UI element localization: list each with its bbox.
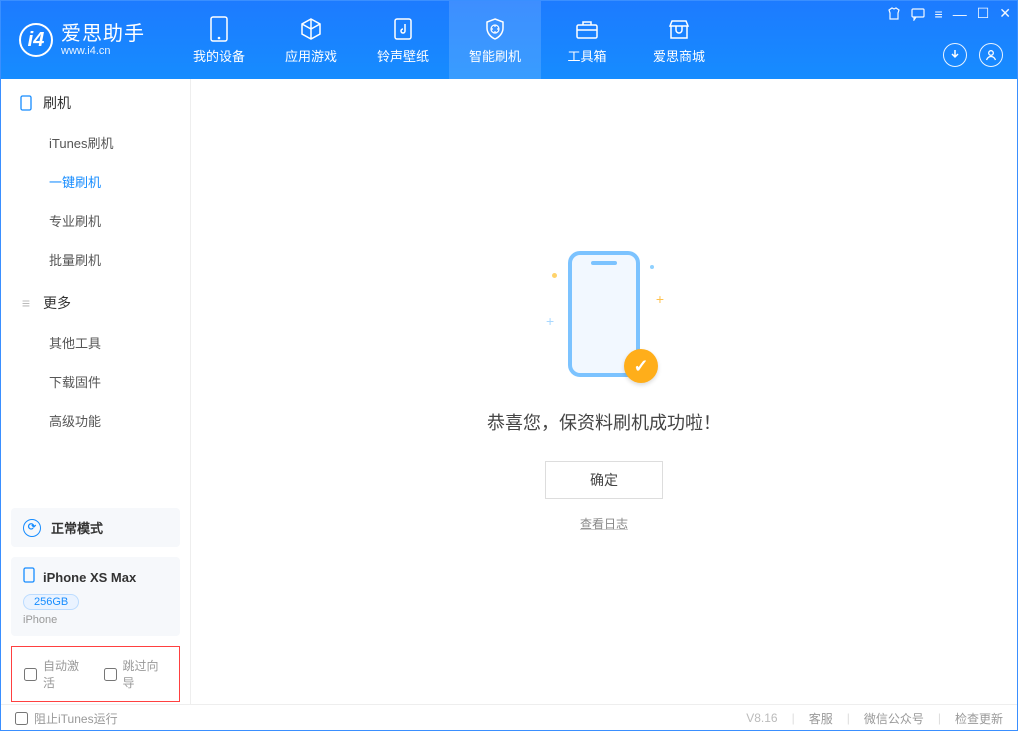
sidebar-item-batch-flash[interactable]: 批量刷机 [1, 240, 190, 279]
app-body: 刷机 iTunes刷机 一键刷机 专业刷机 批量刷机 ≡ 更多 其他工具 下载固… [1, 79, 1017, 704]
device-type: iPhone [23, 614, 168, 626]
plus-decor-icon: + [656, 291, 664, 307]
device-capacity: 256GB [23, 594, 79, 610]
shield-icon [482, 16, 508, 42]
sparkle-icon [650, 265, 654, 269]
menu-icon[interactable]: ≡ [935, 6, 943, 22]
checkbox-auto-activate[interactable]: 自动激活 [24, 657, 88, 691]
section-title: 更多 [43, 293, 71, 313]
mode-icon: ⟳ [23, 519, 41, 537]
logo-icon: i4 [19, 23, 53, 57]
nav-smart-flash[interactable]: 智能刷机 [449, 1, 541, 79]
checkbox-label: 跳过向导 [123, 657, 168, 691]
nav-label: 智能刷机 [469, 46, 521, 65]
nav-label: 爱思商城 [653, 46, 705, 65]
header-right-icons [943, 43, 1003, 67]
footer-link-support[interactable]: 客服 [809, 710, 833, 727]
phone-outline-icon [19, 96, 33, 110]
device-name: iPhone XS Max [43, 570, 136, 585]
sidebar-items-more: 其他工具 下载固件 高级功能 [1, 323, 190, 440]
main-content: ✓ + + 恭喜您，保资料刷机成功啦！ 确定 查看日志 [191, 79, 1017, 704]
checkbox-label: 自动激活 [43, 657, 88, 691]
nav-toolbox[interactable]: 工具箱 [541, 1, 633, 79]
phone-small-icon [23, 567, 35, 588]
menu-lines-icon: ≡ [19, 296, 33, 310]
mode-card[interactable]: ⟳ 正常模式 [11, 508, 180, 547]
sidebar-item-other-tools[interactable]: 其他工具 [1, 323, 190, 362]
skin-icon[interactable] [887, 7, 901, 21]
footer-link-wechat[interactable]: 微信公众号 [864, 710, 924, 727]
sidebar-item-advanced[interactable]: 高级功能 [1, 401, 190, 440]
status-bar: 阻止iTunes运行 V8.16 | 客服 | 微信公众号 | 检查更新 [1, 704, 1017, 731]
checkbox-input[interactable] [15, 712, 28, 725]
success-message: 恭喜您，保资料刷机成功啦！ [487, 409, 721, 435]
toolbox-icon [574, 16, 600, 42]
sidebar-bottom: ⟳ 正常模式 iPhone XS Max 256GB iPhone 自动激活 跳 [1, 508, 190, 704]
shop-icon [666, 16, 692, 42]
sidebar: 刷机 iTunes刷机 一键刷机 专业刷机 批量刷机 ≡ 更多 其他工具 下载固… [1, 79, 191, 704]
nav-label: 铃声壁纸 [377, 46, 429, 65]
logo-title: 爱思助手 [61, 23, 145, 45]
nav-label: 应用游戏 [285, 46, 337, 65]
checkbox-row-highlighted: 自动激活 跳过向导 [11, 646, 180, 702]
device-icon [206, 16, 232, 42]
plus-decor-icon: + [546, 313, 554, 329]
footer-link-update[interactable]: 检查更新 [955, 710, 1003, 727]
nav-my-device[interactable]: 我的设备 [173, 1, 265, 79]
app-header: i4 爱思助手 www.i4.cn 我的设备 应用游戏 铃声壁纸 智能刷机 工具… [1, 1, 1017, 79]
ok-button[interactable]: 确定 [545, 461, 663, 499]
main-nav: 我的设备 应用游戏 铃声壁纸 智能刷机 工具箱 爱思商城 [173, 1, 725, 79]
version-label: V8.16 [746, 711, 777, 725]
sparkle-icon [552, 273, 557, 278]
close-icon[interactable]: ✕ [999, 5, 1011, 22]
window-controls: ≡ — ☐ ✕ [887, 5, 1011, 22]
nav-store[interactable]: 爱思商城 [633, 1, 725, 79]
nav-label: 我的设备 [193, 46, 245, 65]
feedback-icon[interactable] [911, 7, 925, 21]
checkmark-badge-icon: ✓ [624, 349, 658, 383]
logo-area: i4 爱思助手 www.i4.cn [1, 1, 163, 79]
success-illustration: ✓ + + [544, 251, 664, 391]
checkbox-label: 阻止iTunes运行 [34, 710, 118, 727]
device-card[interactable]: iPhone XS Max 256GB iPhone [11, 557, 180, 636]
checkbox-input[interactable] [104, 668, 117, 681]
sidebar-item-download-firmware[interactable]: 下载固件 [1, 362, 190, 401]
checkbox-block-itunes[interactable]: 阻止iTunes运行 [15, 710, 118, 727]
checkbox-input[interactable] [24, 668, 37, 681]
logo-url: www.i4.cn [61, 45, 145, 57]
music-icon [390, 16, 416, 42]
cube-icon [298, 16, 324, 42]
section-title: 刷机 [43, 93, 71, 113]
sidebar-item-itunes-flash[interactable]: iTunes刷机 [1, 123, 190, 162]
maximize-icon[interactable]: ☐ [977, 5, 990, 22]
minimize-icon[interactable]: — [953, 6, 967, 22]
nav-ringtones[interactable]: 铃声壁纸 [357, 1, 449, 79]
sidebar-section-more: ≡ 更多 [1, 279, 190, 323]
sidebar-items-flash: iTunes刷机 一键刷机 专业刷机 批量刷机 [1, 123, 190, 279]
sidebar-item-pro-flash[interactable]: 专业刷机 [1, 201, 190, 240]
checkbox-skip-setup[interactable]: 跳过向导 [104, 657, 168, 691]
view-log-link[interactable]: 查看日志 [580, 515, 628, 532]
nav-label: 工具箱 [567, 46, 606, 65]
download-icon[interactable] [943, 43, 967, 67]
sidebar-section-flash: 刷机 [1, 79, 190, 123]
mode-label: 正常模式 [51, 518, 103, 537]
sidebar-item-oneclick-flash[interactable]: 一键刷机 [1, 162, 190, 201]
nav-apps-games[interactable]: 应用游戏 [265, 1, 357, 79]
user-icon[interactable] [979, 43, 1003, 67]
logo-text: 爱思助手 www.i4.cn [61, 23, 145, 57]
